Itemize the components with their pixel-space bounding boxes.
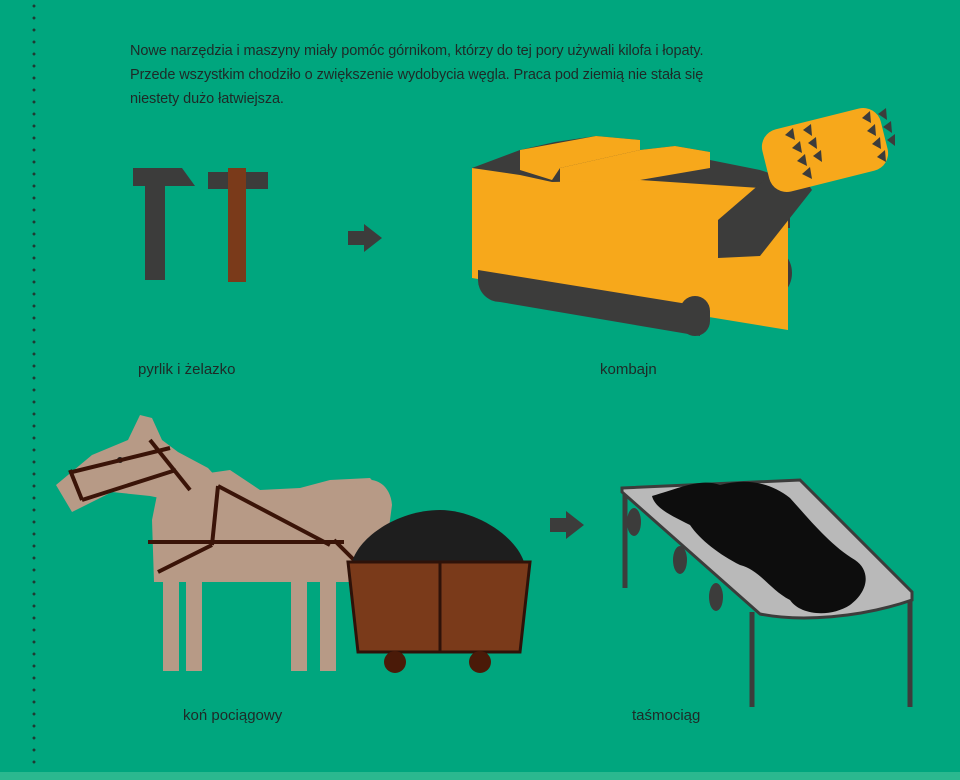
roller-3 [709,583,723,611]
pyrlik-handle [145,186,165,280]
illustrations [56,108,914,707]
arrow-right-icon [550,511,584,539]
arrow-right-icon [348,224,382,252]
caption-tools: pyrlik i żelazko [138,361,236,378]
roller-1 [627,508,641,536]
caption-combine: kombajn [600,361,657,378]
horse-leg-2 [186,575,202,671]
horse-illustration [56,415,532,673]
cart-wheel-left [384,651,406,673]
zelazko-handle [228,168,246,282]
horse-leg-4 [320,575,336,671]
caption-conveyor: taśmociąg [632,707,701,724]
bottom-strip [0,772,960,780]
combine-illustration [472,108,895,336]
cart-wheel-right [469,651,491,673]
roller-2 [673,546,687,574]
combine-track-front-end [680,296,710,336]
horse-leg-3 [291,575,307,671]
caption-horse: koń pociągowy [183,707,283,724]
pyrlik-head [133,168,195,186]
conveyor-illustration [620,478,914,707]
mining-hammers-illustration [133,168,268,282]
combine-cutting-drum [761,108,889,192]
horse-leg-1 [163,575,179,671]
